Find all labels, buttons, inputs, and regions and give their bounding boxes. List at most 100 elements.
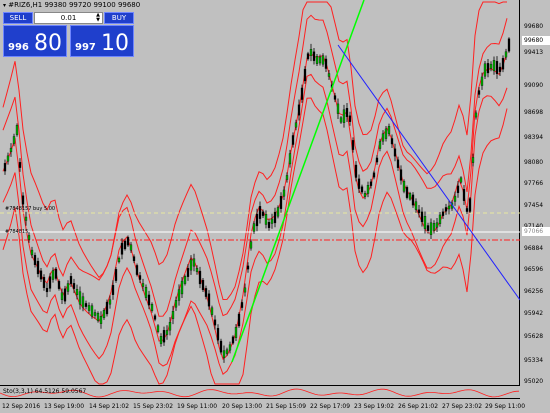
- bid-price-prefix: 996: [8, 42, 29, 53]
- candle-body: [324, 58, 328, 69]
- price-label: 97454: [524, 202, 544, 209]
- candle-body: [378, 141, 382, 149]
- candle-body: [114, 269, 118, 281]
- candle-body: [465, 208, 469, 212]
- candle-body: [60, 292, 64, 300]
- candle-body: [9, 147, 13, 153]
- price-axis[interactable]: 99680 99413 99090 98698 98394 98080 9776…: [521, 0, 550, 386]
- lot-size-input[interactable]: 0.01 ▲ ▼: [34, 12, 103, 24]
- candle-body: [342, 109, 346, 123]
- candle-body: [447, 205, 451, 210]
- candle-body: [489, 63, 493, 69]
- candle-body: [183, 276, 187, 284]
- price-label: 96596: [524, 266, 544, 273]
- candle-body: [279, 196, 283, 209]
- candle-body: [243, 287, 247, 293]
- candle-body: [210, 307, 214, 315]
- candle-body: [399, 169, 403, 181]
- price-label: 95334: [524, 357, 544, 364]
- candle-body: [219, 340, 223, 353]
- candle-body: [363, 193, 367, 197]
- price-label: 98080: [524, 159, 544, 166]
- candle-body: [135, 265, 139, 275]
- candle-body: [99, 316, 103, 324]
- candle-body: [45, 287, 49, 293]
- candle-body: [105, 301, 109, 315]
- time-label: 12 Sep 2016: [2, 403, 41, 410]
- price-chart[interactable]: ▾ #RIZ6,H1 99380 99720 99100 99680 #7848…: [0, 0, 520, 386]
- candle-body: [501, 58, 505, 70]
- candle-body: [444, 207, 448, 212]
- candle-body: [12, 136, 16, 144]
- candle-body: [402, 180, 406, 192]
- candle-body: [201, 279, 205, 291]
- candle-body: [357, 178, 361, 189]
- candle-body: [459, 177, 463, 183]
- buy-button[interactable]: BUY: [104, 12, 134, 24]
- time-label: 15 Sep 23:02: [133, 403, 174, 410]
- candle-body: [300, 87, 304, 100]
- candle-body: [39, 270, 43, 280]
- candle-body: [213, 319, 217, 326]
- candle-body: [390, 138, 394, 145]
- candle-body: [6, 155, 10, 162]
- candle-body: [18, 162, 22, 168]
- candle-body: [216, 327, 220, 341]
- candle-body: [231, 336, 235, 344]
- candle-body: [72, 283, 76, 289]
- candle-body: [42, 276, 46, 289]
- chart-window[interactable]: ▾ #RIZ6,H1 99380 99720 99100 99680 #7848…: [0, 0, 550, 413]
- candle-body: [144, 287, 148, 298]
- candle-body: [117, 257, 121, 263]
- time-axis[interactable]: 12 Sep 2016 13 Sep 19:00 14 Sep 21:02 15…: [0, 400, 550, 413]
- candle-body: [198, 270, 202, 285]
- candle-body: [75, 288, 79, 296]
- candle-body: [108, 299, 112, 305]
- candle-body: [273, 211, 277, 224]
- candle-body: [51, 270, 55, 280]
- buy-quote-button[interactable]: 997 10: [70, 25, 134, 57]
- candle-body: [165, 330, 169, 335]
- candle-body: [264, 214, 268, 225]
- candle-body: [36, 260, 40, 275]
- candle-body: [306, 53, 310, 60]
- chart-canvas[interactable]: [0, 0, 520, 386]
- candle-body: [312, 51, 316, 61]
- candle-body: [78, 291, 82, 305]
- candle-body: [432, 223, 436, 231]
- candle-body: [462, 189, 466, 201]
- candle-body: [381, 133, 385, 142]
- candle-body: [189, 259, 193, 271]
- candle-body: [111, 285, 115, 295]
- candle-body: [186, 268, 190, 277]
- spin-arrows-icon[interactable]: ▲ ▼: [96, 13, 100, 23]
- stochastic-indicator-window[interactable]: Sto(3,3,1) 64.5126 59.0567: [0, 387, 520, 399]
- candle-body: [441, 211, 445, 216]
- candle-body: [498, 66, 502, 72]
- candle-body: [63, 288, 67, 302]
- candle-body: [81, 296, 85, 308]
- candle-body: [471, 157, 475, 163]
- candle-body: [270, 218, 274, 224]
- candle-body: [477, 90, 481, 95]
- candle-body: [225, 349, 229, 354]
- sell-button[interactable]: SELL: [3, 12, 33, 24]
- crosshair-line-label[interactable]: #784815: [5, 229, 28, 235]
- price-label: 95020: [524, 378, 544, 385]
- candle-body: [372, 172, 376, 178]
- price-label: 98698: [524, 109, 544, 116]
- candle-body: [171, 311, 175, 319]
- crosshair-price-tag: 97066: [522, 227, 550, 236]
- time-label: 29 Sep 11:00: [485, 403, 526, 410]
- candle-body: [423, 216, 427, 229]
- candle-body: [228, 344, 232, 351]
- pending-order-label[interactable]: #7848157 buy 5.00: [5, 206, 55, 212]
- candle-body: [366, 185, 370, 194]
- candle-body: [429, 222, 433, 235]
- candle-body: [69, 276, 73, 284]
- candle-body: [195, 268, 199, 272]
- time-label: 26 Sep 21:02: [398, 403, 439, 410]
- sell-quote-button[interactable]: 996 80: [3, 25, 67, 57]
- candle-body: [360, 186, 364, 193]
- candle-body: [30, 249, 34, 256]
